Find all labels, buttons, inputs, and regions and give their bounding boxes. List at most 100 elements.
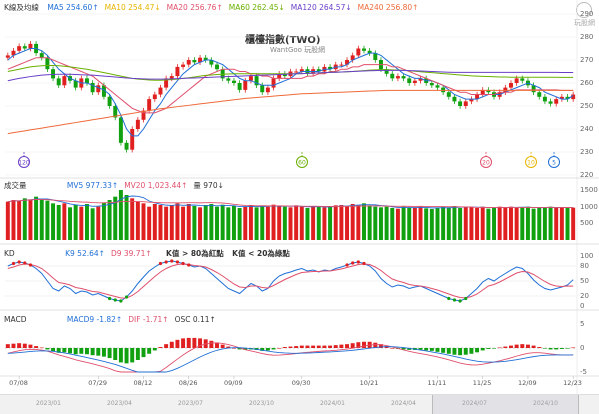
kd-oversold-dot [458, 299, 462, 303]
volume-bar [424, 208, 429, 240]
candle-body [56, 78, 61, 86]
kd-oversold-dot [119, 299, 123, 303]
candle-body [463, 101, 468, 106]
volume-bar [492, 208, 497, 240]
osc-bar [294, 346, 299, 348]
volume-bar [265, 206, 270, 240]
kd-overbought-dot [351, 261, 355, 265]
volume-bar [390, 208, 395, 240]
osc-bar [73, 348, 78, 355]
candle-body [542, 96, 547, 102]
osc-bar [84, 348, 89, 355]
volume-bar [84, 204, 89, 240]
volume-bar [260, 206, 265, 240]
x-date-label: 09/30 [291, 379, 311, 387]
volume-bar [158, 205, 163, 240]
price-ytick: 230 [580, 148, 594, 156]
osc-bar [147, 348, 152, 354]
macd-ytick: 0 [580, 344, 585, 352]
osc-bar [215, 342, 219, 348]
year-navigator[interactable]: 2023/01 2023/04 2023/07 2023/10 2024/01 2024/… [0, 394, 599, 414]
candle-body [192, 60, 197, 63]
volume-bar [384, 206, 389, 240]
candle-body [243, 80, 248, 90]
kd-oversold-dot [124, 295, 129, 299]
candle-body [271, 78, 276, 88]
x-date-label: 12/23 [563, 379, 582, 387]
x-date-label: 12/09 [517, 379, 537, 387]
x-date-label: 08/12 [133, 379, 153, 387]
year-label: 2023/10 [249, 400, 274, 407]
volume-bar [525, 206, 530, 240]
price-ytick: 270 [580, 56, 594, 64]
candle-body [135, 119, 140, 129]
volume-bar [17, 200, 22, 240]
volume-bar [215, 206, 219, 240]
volume-bar [509, 206, 513, 240]
candle-body [22, 46, 27, 49]
osc-bar [96, 348, 101, 356]
osc-bar [559, 348, 564, 349]
volume-bar [452, 206, 457, 240]
volume-bar [39, 200, 44, 240]
volume-bar [135, 201, 140, 240]
ma240-line [7, 89, 574, 135]
volume-bar [68, 207, 72, 240]
navigator-selection[interactable] [432, 395, 579, 414]
volume-bar [537, 208, 542, 240]
volume-bar [497, 206, 502, 240]
candle-body [169, 76, 174, 79]
x-date-label: 08/26 [178, 379, 198, 387]
kd-overbought-dot [181, 261, 185, 266]
osc-bar [548, 348, 553, 350]
volume-bar [101, 202, 106, 240]
osc-bar [68, 348, 72, 354]
kd-overbought-dot [17, 260, 21, 264]
volume-bar [294, 205, 299, 240]
osc-bar [265, 348, 270, 351]
osc-bar [107, 348, 112, 359]
kd-ytick: 100 [580, 252, 594, 260]
volume-bar [28, 199, 33, 240]
volume-bar [503, 207, 508, 240]
kd-oversold-dot [113, 298, 117, 302]
osc-bar [571, 347, 576, 349]
volume-bar [311, 206, 316, 240]
osc-bar [152, 348, 157, 351]
osc-bar [62, 348, 67, 353]
candle-body [412, 80, 417, 83]
kd-ytick: 20 [580, 292, 589, 300]
osc-bar [333, 345, 338, 348]
volume-bar [412, 207, 417, 240]
volume-bar [152, 204, 157, 240]
candle-body [265, 87, 270, 93]
volume-ytick: 1500 [580, 186, 598, 194]
osc-bar [362, 341, 366, 348]
osc-bar [277, 348, 282, 349]
x-date-label: 11/25 [472, 379, 492, 387]
volume-bar [271, 204, 276, 240]
volume-bar [345, 206, 350, 240]
volume-bar [209, 204, 214, 240]
osc-bar [537, 347, 542, 348]
volume-bar [514, 208, 519, 240]
candle-body [5, 55, 10, 58]
volume-bar [5, 201, 10, 240]
osc-bar [531, 345, 536, 348]
volume-bar [226, 207, 231, 240]
kd-overbought-dot [187, 263, 191, 267]
osc-bar [271, 348, 276, 350]
volume-bar [435, 208, 440, 240]
candle-body [395, 76, 400, 79]
volume-bar [463, 206, 468, 240]
volume-bar [79, 206, 84, 240]
kd-overbought-dot [345, 263, 349, 267]
volume-bar [186, 204, 191, 240]
volume-ytick: 500 [580, 219, 594, 228]
volume-bar [51, 203, 56, 240]
osc-bar [299, 345, 304, 348]
x-date-label: 07/29 [88, 379, 108, 387]
volume-bar [90, 208, 95, 240]
x-date-label: 10/21 [359, 379, 379, 387]
x-date-label: 11/11 [427, 379, 447, 387]
